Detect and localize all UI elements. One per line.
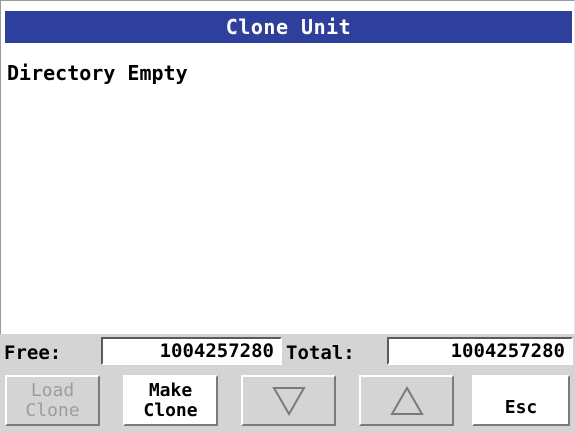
button-bar: Load Clone Make Clone Esc [0,370,575,433]
free-space-field: 1004257280 [101,337,282,365]
total-space-field: 1004257280 [387,337,573,365]
make-clone-button[interactable]: Make Clone [123,375,218,426]
free-label: Free: [4,342,62,364]
esc-button[interactable]: Esc [472,375,570,426]
directory-list[interactable]: Directory Empty [5,43,572,330]
esc-label: Esc [504,397,538,418]
scroll-up-button[interactable] [359,375,454,426]
window-title: Clone Unit [5,11,572,43]
chevron-down-icon [271,386,306,416]
chevron-up-icon [389,385,424,415]
total-label: Total: [286,342,355,364]
load-clone-label: Load Clone [25,379,80,421]
load-clone-button[interactable]: Load Clone [5,375,100,426]
scroll-down-button[interactable] [241,375,336,426]
make-clone-label: Make Clone [143,379,198,421]
storage-status-bar: Free: 1004257280 Total: 1004257280 [0,334,575,370]
directory-status: Directory Empty [7,61,188,85]
